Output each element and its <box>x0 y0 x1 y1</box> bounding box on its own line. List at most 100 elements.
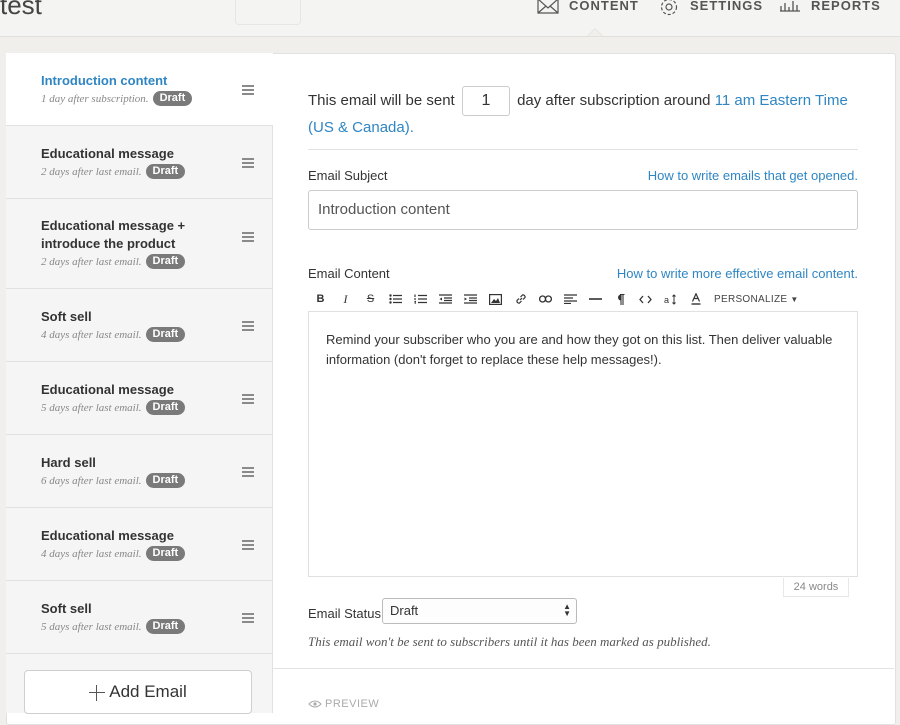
outdent-button[interactable] <box>433 289 458 309</box>
status-badge: Draft <box>145 400 186 415</box>
sequence-item-meta: 5 days after last email. Draft <box>41 619 186 634</box>
content-help-link[interactable]: How to write more effective email conten… <box>617 266 858 281</box>
sequence-item-meta: 1 day after subscription. Draft <box>41 91 193 106</box>
insert-link-button[interactable] <box>508 289 533 309</box>
divider <box>308 149 858 150</box>
italic-button[interactable]: I <box>333 289 358 309</box>
status-badge: Draft <box>145 164 186 179</box>
preview-link[interactable]: PREVIEW <box>308 698 379 710</box>
sequence-item[interactable]: Educational message + introduce the prod… <box>6 199 272 289</box>
status-select[interactable]: Draft ▲ ▼ <box>382 598 577 624</box>
code-icon <box>639 295 652 303</box>
nav-settings[interactable]: SETTINGS <box>658 0 763 18</box>
app-title: test <box>0 0 42 20</box>
drag-handle-icon[interactable] <box>242 540 254 550</box>
drag-handle-icon[interactable] <box>242 85 254 95</box>
sequence-item-title: Educational message <box>41 528 174 543</box>
svg-text:a: a <box>664 295 669 305</box>
subject-label: Email Subject <box>308 168 388 183</box>
sequence-item-meta: 5 days after last email. Draft <box>41 400 186 415</box>
text-color-icon <box>691 293 700 305</box>
drag-handle-icon[interactable] <box>242 467 254 477</box>
email-body-editor[interactable]: Remind your subscriber who you are and h… <box>308 311 858 577</box>
personalize-dropdown[interactable]: PERSONALIZE ▼ <box>714 294 799 305</box>
content-label: Email Content <box>308 266 390 281</box>
gear-icon <box>660 0 678 16</box>
bold-button[interactable]: B <box>308 289 333 309</box>
sequence-item-meta: 4 days after last email. Draft <box>41 327 186 342</box>
nav-content[interactable]: CONTENT <box>537 0 639 14</box>
nav-reports[interactable]: REPORTS <box>779 0 881 13</box>
bullet-list-button[interactable] <box>383 289 408 309</box>
horizontal-rule-icon <box>589 298 602 300</box>
status-badge: Draft <box>145 473 186 488</box>
email-sequence-sidebar: Introduction content 1 day after subscri… <box>6 53 273 713</box>
chain-icon <box>539 295 552 303</box>
indent-icon <box>464 294 477 304</box>
status-badge: Draft <box>145 327 186 342</box>
numbered-list-button[interactable] <box>408 289 433 309</box>
bullet-list-icon <box>389 294 402 304</box>
drag-handle-icon[interactable] <box>242 613 254 623</box>
strikethrough-button[interactable]: S <box>358 289 383 309</box>
editor-toolbar: B I S a PERSONALIZE ▼ <box>308 288 858 310</box>
add-email-label: Add Email <box>109 682 187 701</box>
status-note: This email won't be sent to subscribers … <box>308 634 711 649</box>
numbered-list-icon <box>414 294 427 304</box>
outdent-icon <box>439 294 452 304</box>
horizontal-rule-button[interactable] <box>583 289 608 309</box>
sequence-item[interactable]: Educational message 4 days after last em… <box>6 508 272 581</box>
sequence-item[interactable]: Soft sell 4 days after last email. Draft <box>6 289 272 362</box>
drag-handle-icon[interactable] <box>242 394 254 404</box>
indent-button[interactable] <box>458 289 483 309</box>
add-email-button[interactable]: Add Email <box>24 670 252 714</box>
sequence-item-title: Soft sell <box>41 601 92 616</box>
active-tab-indicator <box>587 28 603 36</box>
subject-help-link[interactable]: How to write emails that get opened. <box>648 168 858 183</box>
subject-input[interactable]: Introduction content <box>308 190 858 230</box>
sequence-item-meta: 6 days after last email. Draft <box>41 473 186 488</box>
word-count: 24 words <box>783 578 849 597</box>
sequence-item[interactable]: Introduction content 1 day after subscri… <box>6 53 273 126</box>
sequence-item[interactable]: Educational message 5 days after last em… <box>6 362 272 435</box>
divider <box>273 668 894 669</box>
status-badge: Draft <box>145 619 186 634</box>
sequence-item-title: Educational message <box>41 382 174 397</box>
sequence-item-meta: 2 days after last email. Draft <box>41 164 186 179</box>
schedule-sentence: This email will be sent 1 day after subs… <box>308 86 858 140</box>
status-badge: Draft <box>152 91 193 106</box>
sequence-item-meta: 2 days after last email. Draft <box>41 254 186 269</box>
unlink-button[interactable] <box>533 289 558 309</box>
drag-handle-icon[interactable] <box>242 232 254 242</box>
eye-icon <box>308 700 322 708</box>
envelope-icon <box>537 0 559 14</box>
nav-reports-label: REPORTS <box>811 0 881 13</box>
sequence-item-title: Educational message <box>41 146 174 161</box>
drag-handle-icon[interactable] <box>242 321 254 331</box>
logo-placeholder <box>235 0 301 25</box>
font-size-button[interactable]: a <box>658 289 683 309</box>
status-badge: Draft <box>145 254 186 269</box>
top-bar <box>0 0 900 37</box>
font-size-icon: a <box>664 293 676 305</box>
sequence-item-title: Soft sell <box>41 309 92 324</box>
sequence-item[interactable]: Hard sell 6 days after last email. Draft <box>6 435 272 508</box>
align-left-icon <box>564 294 577 304</box>
caret-down-icon: ▼ <box>790 294 799 304</box>
sequence-item[interactable]: Educational message 2 days after last em… <box>6 126 272 199</box>
select-arrows-icon: ▲ ▼ <box>563 602 571 618</box>
sequence-item[interactable]: Soft sell 5 days after last email. Draft <box>6 581 272 654</box>
text-color-button[interactable] <box>683 289 708 309</box>
sequence-item-title: Introduction content <box>41 73 168 88</box>
source-code-button[interactable] <box>633 289 658 309</box>
link-icon <box>515 294 526 304</box>
drag-handle-icon[interactable] <box>242 158 254 168</box>
delay-days-input[interactable]: 1 <box>461 86 510 116</box>
nav-content-label: CONTENT <box>569 0 639 13</box>
paragraph-button[interactable] <box>608 289 633 309</box>
sequence-item-title: Educational message + introduce the prod… <box>41 218 186 251</box>
align-button[interactable] <box>558 289 583 309</box>
insert-image-button[interactable] <box>483 289 508 309</box>
image-icon <box>489 293 502 305</box>
bar-chart-icon <box>780 1 800 12</box>
